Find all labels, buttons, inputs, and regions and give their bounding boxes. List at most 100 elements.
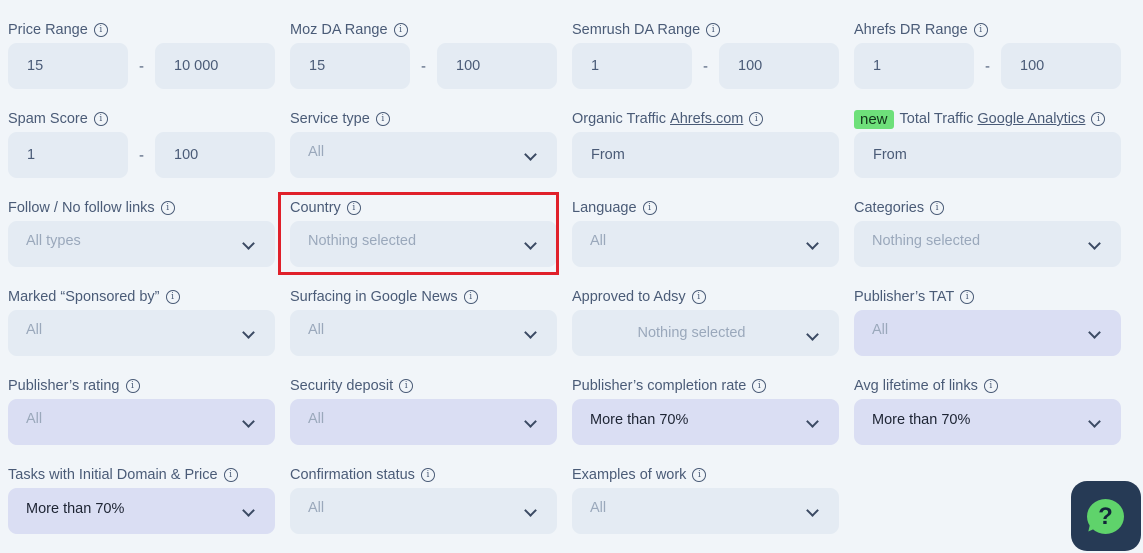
categories-filter: Categories i Nothing selected xyxy=(854,197,1121,286)
range-separator: - xyxy=(139,57,144,75)
ahrefs-dr-from-input[interactable]: 1 xyxy=(854,43,974,89)
chevron-down-icon xyxy=(1088,237,1101,250)
info-icon[interactable]: i xyxy=(93,23,108,37)
categories-select[interactable]: Nothing selected xyxy=(854,221,1121,267)
avg-lifetime-label: Avg lifetime of links xyxy=(854,378,978,394)
price-from-input[interactable]: 15 xyxy=(8,43,128,89)
service-type-filter: Service type i All xyxy=(290,108,557,197)
info-icon[interactable]: i xyxy=(749,112,764,126)
info-icon[interactable]: i xyxy=(691,290,706,304)
country-label: Country xyxy=(290,200,341,216)
info-icon[interactable]: i xyxy=(642,201,657,215)
chevron-down-icon xyxy=(524,415,537,428)
info-icon[interactable]: i xyxy=(420,468,435,482)
examples-of-work-select[interactable]: All xyxy=(572,488,839,534)
ahrefs-dr-to-input[interactable]: 100 xyxy=(1001,43,1121,89)
semrush-da-from-input[interactable]: 1 xyxy=(572,43,692,89)
info-icon[interactable]: i xyxy=(983,379,998,393)
info-icon[interactable]: i xyxy=(752,379,767,393)
chevron-down-icon xyxy=(242,326,255,339)
chevron-down-icon xyxy=(806,415,819,428)
info-icon[interactable]: i xyxy=(375,112,390,126)
service-type-select[interactable]: All xyxy=(290,132,557,178)
language-filter: Language i All xyxy=(572,197,839,286)
confirmation-status-label: Confirmation status xyxy=(290,467,415,483)
examples-of-work-filter: Examples of work i All xyxy=(572,464,839,553)
spam-score-from-input[interactable]: 1 xyxy=(8,132,128,178)
range-separator: - xyxy=(985,57,990,75)
avg-lifetime-select[interactable]: More than 70% xyxy=(854,399,1121,445)
publisher-rating-select[interactable]: All xyxy=(8,399,275,445)
publisher-tat-label: Publisher’s TAT xyxy=(854,289,955,305)
info-icon[interactable]: i xyxy=(692,468,707,482)
country-filter: Country i Nothing selected xyxy=(290,197,557,286)
ahrefs-link[interactable]: Ahrefs.com xyxy=(670,108,743,130)
security-deposit-select[interactable]: All xyxy=(290,399,557,445)
completion-rate-label: Publisher’s completion rate xyxy=(572,378,747,394)
country-select[interactable]: Nothing selected xyxy=(290,221,557,267)
price-to-input[interactable]: 10 000 xyxy=(155,43,275,89)
examples-of-work-label: Examples of work xyxy=(572,467,687,483)
google-analytics-link[interactable]: Google Analytics xyxy=(977,108,1085,130)
confirmation-status-filter: Confirmation status i All xyxy=(290,464,557,553)
moz-da-from-input[interactable]: 15 xyxy=(290,43,410,89)
publisher-rating-filter: Publisher’s rating i All xyxy=(8,375,275,464)
spam-score-label: Spam Score xyxy=(8,111,88,127)
follow-links-select[interactable]: All types xyxy=(8,221,275,267)
info-icon[interactable]: i xyxy=(463,290,478,304)
approved-adsy-label: Approved to Adsy xyxy=(572,289,686,305)
chevron-down-icon xyxy=(524,504,537,517)
google-news-select[interactable]: All xyxy=(290,310,557,356)
categories-label: Categories xyxy=(854,200,925,216)
range-separator: - xyxy=(703,57,708,75)
language-label: Language xyxy=(572,200,637,216)
range-separator: - xyxy=(139,146,144,164)
info-icon[interactable]: i xyxy=(93,112,108,126)
info-icon[interactable]: i xyxy=(960,290,975,304)
moz-da-to-input[interactable]: 100 xyxy=(437,43,557,89)
chevron-down-icon xyxy=(242,504,255,517)
new-badge: new xyxy=(854,109,894,129)
language-select[interactable]: All xyxy=(572,221,839,267)
chevron-down-icon xyxy=(806,237,819,250)
range-separator: - xyxy=(421,57,426,75)
total-traffic-input[interactable]: From xyxy=(854,132,1121,178)
publisher-tat-select[interactable]: All xyxy=(854,310,1121,356)
follow-links-filter: Follow / No follow links i All types xyxy=(8,197,275,286)
info-icon[interactable]: i xyxy=(973,23,988,37)
info-icon[interactable]: i xyxy=(393,23,408,37)
info-icon[interactable]: i xyxy=(346,201,361,215)
spam-score-to-input[interactable]: 100 xyxy=(155,132,275,178)
initial-domain-price-select[interactable]: More than 70% xyxy=(8,488,275,534)
info-icon[interactable]: i xyxy=(223,468,238,482)
sponsored-by-select[interactable]: All xyxy=(8,310,275,356)
filter-grid: Price Range i 15 - 10 000 Moz DA Range i 1… xyxy=(8,19,1121,553)
help-chat-button[interactable]: ? xyxy=(1071,481,1141,551)
info-icon[interactable]: i xyxy=(930,201,945,215)
initial-domain-price-label: Tasks with Initial Domain & Price xyxy=(8,467,218,483)
google-news-label: Surfacing in Google News xyxy=(290,289,458,305)
info-icon[interactable]: i xyxy=(399,379,414,393)
confirmation-status-select[interactable]: All xyxy=(290,488,557,534)
organic-traffic-input[interactable]: From xyxy=(572,132,839,178)
follow-links-label: Follow / No follow links xyxy=(8,200,155,216)
info-icon[interactable]: i xyxy=(125,379,140,393)
info-icon[interactable]: i xyxy=(1091,112,1106,126)
moz-da-label: Moz DA Range xyxy=(290,22,388,38)
semrush-da-to-input[interactable]: 100 xyxy=(719,43,839,89)
total-traffic-filter: new Total Traffic Google Analytics i From xyxy=(854,108,1121,197)
ahrefs-dr-label: Ahrefs DR Range xyxy=(854,22,968,38)
service-type-label: Service type xyxy=(290,111,370,127)
chevron-down-icon xyxy=(524,326,537,339)
info-icon[interactable]: i xyxy=(706,23,721,37)
total-traffic-label: Total Traffic xyxy=(899,111,974,127)
chevron-down-icon xyxy=(806,328,819,341)
initial-domain-price-filter: Tasks with Initial Domain & Price i More … xyxy=(8,464,275,553)
info-icon[interactable]: i xyxy=(160,201,175,215)
ahrefs-dr-filter: Ahrefs DR Range i 1 - 100 xyxy=(854,19,1121,108)
organic-traffic-filter: Organic Traffic Ahrefs.com i From xyxy=(572,108,839,197)
info-icon[interactable]: i xyxy=(165,290,180,304)
approved-adsy-select[interactable]: Nothing selected xyxy=(572,310,839,356)
chevron-down-icon xyxy=(242,415,255,428)
completion-rate-select[interactable]: More than 70% xyxy=(572,399,839,445)
